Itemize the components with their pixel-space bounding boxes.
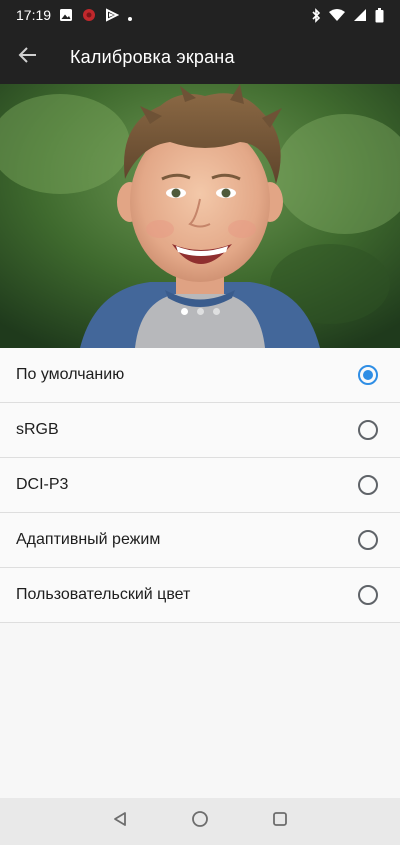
carousel-dot bbox=[196, 308, 204, 315]
home-circle-icon bbox=[191, 810, 209, 833]
play-notification-icon bbox=[105, 8, 120, 22]
arrow-back-icon bbox=[18, 45, 38, 70]
system-nav-bar bbox=[0, 798, 400, 845]
status-right bbox=[311, 7, 384, 23]
option-label: Адаптивный режим bbox=[16, 531, 161, 548]
option-label: sRGB bbox=[16, 421, 59, 438]
carousel-indicator bbox=[0, 308, 400, 315]
status-bar: 17:19 bbox=[0, 0, 400, 30]
radio-button[interactable] bbox=[358, 420, 378, 440]
radio-button-selected[interactable] bbox=[358, 365, 378, 385]
wifi-icon bbox=[329, 8, 345, 22]
recents-square-icon bbox=[272, 811, 288, 832]
status-left: 17:19 bbox=[16, 7, 133, 23]
option-adaptive-mode[interactable]: Адаптивный режим bbox=[0, 513, 400, 568]
radio-button[interactable] bbox=[358, 585, 378, 605]
option-dci-p3[interactable]: DCI-P3 bbox=[0, 458, 400, 513]
option-label: DCI-P3 bbox=[16, 476, 69, 493]
battery-icon bbox=[375, 7, 384, 23]
preview-carousel[interactable] bbox=[0, 84, 400, 348]
page-title: Калибровка экрана bbox=[70, 46, 235, 67]
signal-icon bbox=[353, 8, 367, 22]
image-notification-icon bbox=[59, 8, 73, 22]
option-srgb[interactable]: sRGB bbox=[0, 403, 400, 458]
bug-notification-icon bbox=[81, 7, 97, 23]
option-default[interactable]: По умолчанию bbox=[0, 348, 400, 403]
back-triangle-icon bbox=[112, 811, 128, 832]
bluetooth-icon bbox=[311, 7, 321, 23]
option-label: По умолчанию bbox=[16, 366, 125, 383]
nav-back-button[interactable] bbox=[108, 810, 132, 834]
carousel-dot bbox=[180, 308, 188, 315]
status-time: 17:19 bbox=[16, 7, 52, 23]
option-custom-color[interactable]: Пользовательский цвет bbox=[0, 568, 400, 623]
back-button[interactable] bbox=[2, 30, 54, 84]
app-bar: Калибровка экрана bbox=[0, 30, 400, 84]
nav-home-button[interactable] bbox=[188, 810, 212, 834]
carousel-dot bbox=[212, 308, 220, 315]
nav-recents-button[interactable] bbox=[268, 810, 292, 834]
radio-button[interactable] bbox=[358, 530, 378, 550]
calibration-options: По умолчанию sRGB DCI-P3 Адаптивный режи… bbox=[0, 348, 400, 623]
radio-button[interactable] bbox=[358, 475, 378, 495]
dot-icon bbox=[127, 8, 133, 22]
option-label: Пользовательский цвет bbox=[16, 586, 191, 603]
